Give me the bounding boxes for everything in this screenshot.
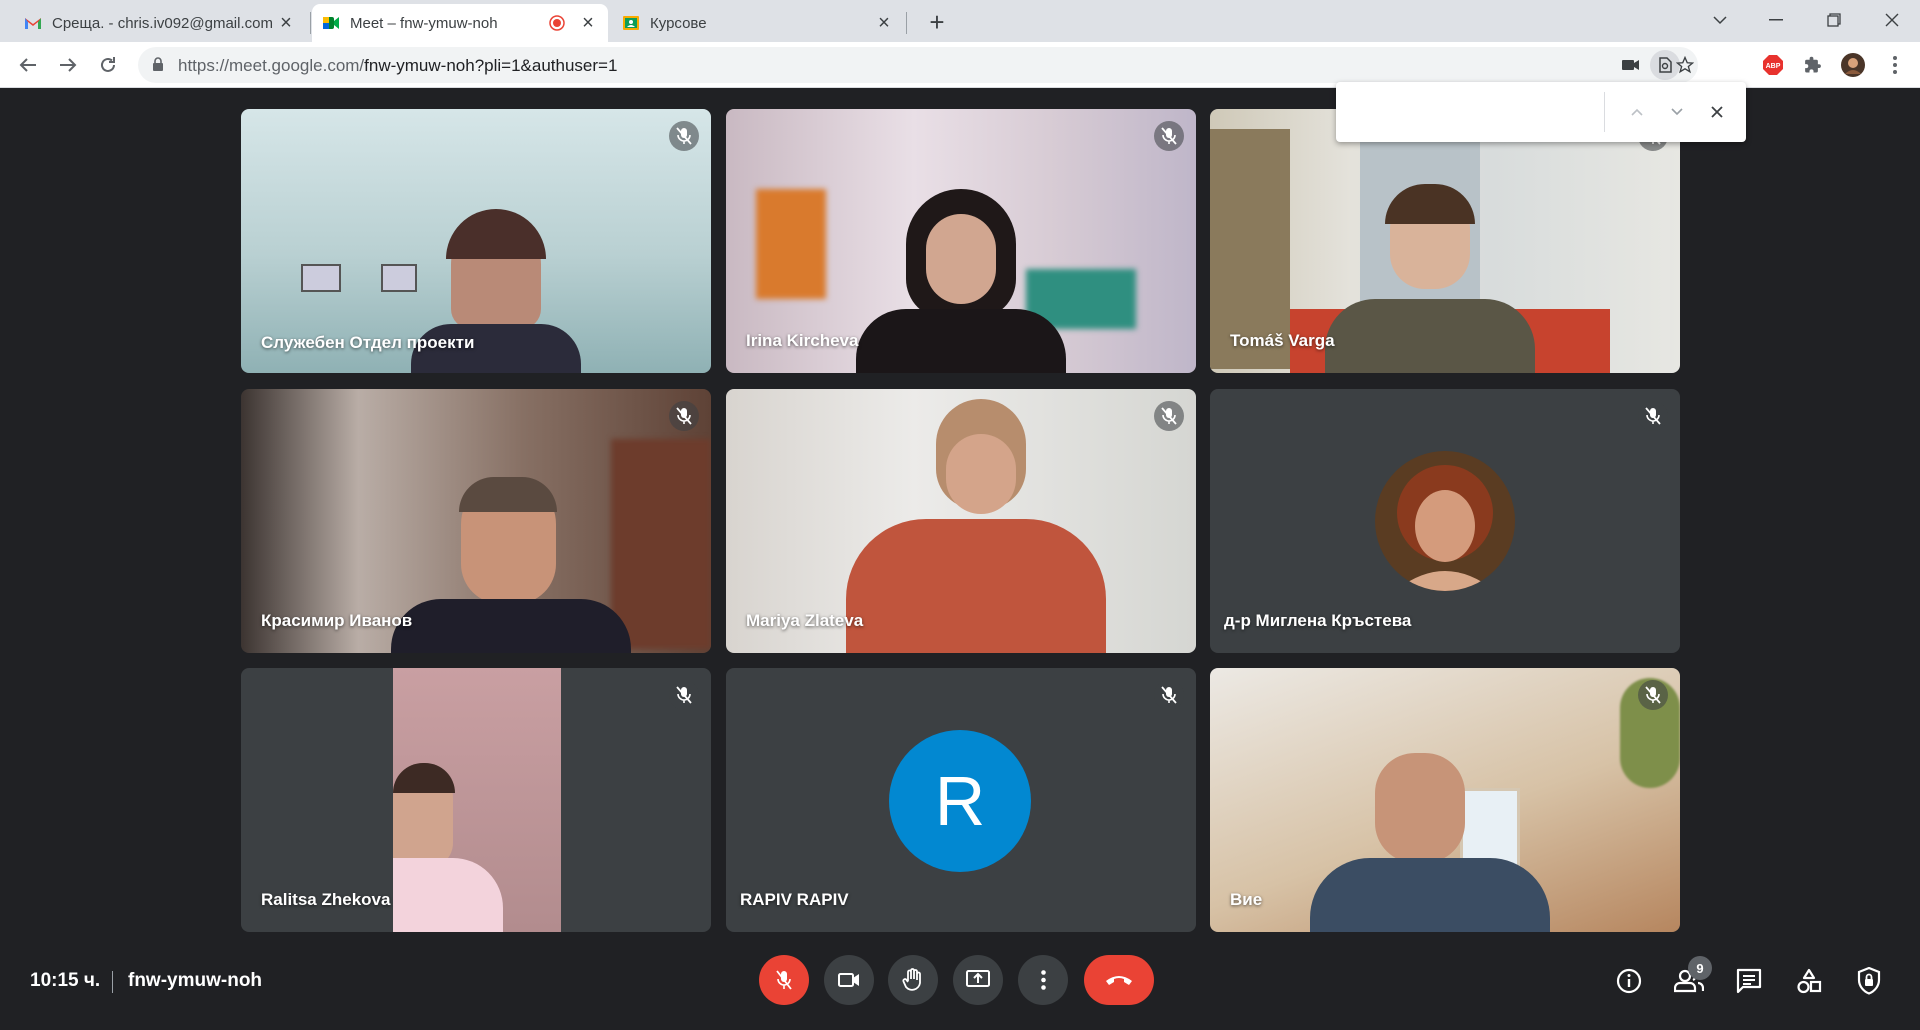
participant-video [946, 434, 1016, 514]
participant-name: Служебен Отдел проекти [261, 333, 475, 352]
activities-icon[interactable] [1792, 964, 1826, 998]
present-screen-button[interactable] [953, 955, 1003, 1005]
mic-off-icon [669, 680, 699, 710]
close-tab-icon[interactable]: × [276, 13, 296, 33]
participant-body [1325, 299, 1535, 373]
participant-tile[interactable]: Tomáš Varga [1210, 109, 1680, 373]
participant-tile[interactable]: Служебен Отдел проекти [241, 109, 711, 373]
meeting-controls-bar: 10:15 ч. fnw-ymuw-noh 9 [0, 940, 1920, 1030]
tab-divider [310, 12, 311, 34]
mic-off-icon [1154, 401, 1184, 431]
adblock-plus-icon[interactable]: ABP [1758, 50, 1788, 80]
participant-name: RAPIV RAPIV [740, 890, 849, 909]
participant-hair [446, 209, 546, 259]
participant-tile[interactable]: Красимир Иванов [241, 389, 711, 653]
url-text: https://meet.google.com/fnw-ymuw-noh?pli… [178, 56, 618, 75]
participant-body [846, 519, 1106, 653]
wall-picture [1460, 788, 1520, 868]
chrome-menu-icon[interactable] [1880, 50, 1910, 80]
participant-name: Tomáš Varga [1230, 331, 1335, 350]
new-tab-button[interactable]: + [922, 8, 952, 38]
wall-picture [301, 264, 341, 292]
find-input[interactable] [1348, 92, 1598, 132]
close-tab-icon[interactable]: × [874, 13, 894, 33]
camera-in-use-icon[interactable] [1616, 50, 1646, 80]
mic-off-icon [1154, 680, 1184, 710]
mic-off-icon [1638, 401, 1668, 431]
participant-name: Irina Kircheva [746, 331, 859, 350]
divider [112, 971, 113, 993]
reload-button[interactable] [92, 49, 124, 81]
extensions-puzzle-icon[interactable] [1798, 50, 1828, 80]
tab-gmail[interactable]: Среща. - chris.iv092@gmail.com × [14, 4, 306, 42]
raise-hand-button[interactable] [888, 955, 938, 1005]
adblock-label: ABP [1766, 63, 1781, 70]
leave-call-button[interactable] [1084, 955, 1154, 1005]
mic-off-icon [1638, 680, 1668, 710]
mic-off-icon [669, 401, 699, 431]
gmail-icon [24, 14, 42, 32]
participant-avatar [1375, 451, 1515, 591]
meet-icon [322, 14, 340, 32]
participant-name: д-р Миглена Кръстева [1224, 611, 1412, 630]
lock-icon[interactable] [152, 57, 164, 77]
tab-divider [906, 12, 907, 34]
find-bar [1336, 82, 1746, 142]
profile-avatar[interactable] [1838, 50, 1868, 80]
mic-off-icon [1154, 121, 1184, 151]
host-controls-icon[interactable] [1852, 964, 1886, 998]
find-previous-button[interactable] [1622, 97, 1652, 127]
participant-video [926, 214, 996, 304]
classroom-icon [622, 14, 640, 32]
participant-name: Mariya Zlateva [746, 611, 864, 630]
tab-search-button[interactable] [1700, 4, 1740, 36]
chat-icon[interactable] [1732, 964, 1766, 998]
minimize-button[interactable] [1756, 4, 1796, 36]
forward-button[interactable] [52, 49, 84, 81]
participant-face [1375, 753, 1465, 863]
find-divider [1604, 92, 1605, 132]
participant-name: Красимир Иванов [261, 611, 413, 630]
tab-courses[interactable]: Курсове × [612, 4, 904, 42]
participant-tile[interactable]: Irina Kircheva [726, 109, 1196, 373]
participant-tile[interactable]: Ralitsa Zhekova [241, 668, 711, 932]
participant-hair [459, 477, 557, 512]
participant-count-badge: 9 [1688, 956, 1712, 980]
bookmark-star-icon[interactable] [1670, 50, 1700, 80]
mic-toggle-button[interactable] [759, 955, 809, 1005]
background-shelf [611, 439, 711, 649]
meeting-details-icon[interactable] [1612, 964, 1646, 998]
participant-body [1310, 858, 1550, 932]
tab-title: Meet – fnw-ymuw-noh [350, 14, 498, 32]
participant-tile[interactable]: R RAPIV RAPIV [726, 668, 1196, 932]
participant-body [391, 599, 631, 653]
participant-tile[interactable]: Mariya Zlateva [726, 389, 1196, 653]
mic-off-icon [669, 121, 699, 151]
participant-body [856, 309, 1066, 373]
tab-title: Курсове [650, 14, 707, 32]
more-options-button[interactable] [1018, 955, 1068, 1005]
background-shelf [756, 189, 826, 299]
participant-tile[interactable]: д-р Миглена Кръстева [1210, 389, 1680, 653]
close-tab-icon[interactable]: × [578, 13, 598, 33]
tab-meet[interactable]: Meet – fnw-ymuw-noh × [312, 4, 608, 42]
find-close-button[interactable] [1702, 97, 1732, 127]
restore-button[interactable] [1814, 4, 1854, 36]
meeting-code: fnw-ymuw-noh [128, 970, 263, 991]
recording-icon [548, 14, 566, 32]
tab-strip: Среща. - chris.iv092@gmail.com × Meet – … [0, 0, 1920, 42]
wall-picture [381, 264, 417, 292]
back-button[interactable] [12, 49, 44, 81]
participant-name: Ralitsa Zhekova [261, 890, 391, 909]
participant-tile[interactable]: Вие [1210, 668, 1680, 932]
camera-toggle-button[interactable] [824, 955, 874, 1005]
participant-avatar: R [889, 730, 1031, 872]
close-window-button[interactable] [1872, 4, 1912, 36]
participant-name: Вие [1230, 890, 1263, 909]
tab-title: Среща. - chris.iv092@gmail.com [52, 14, 273, 32]
address-bar[interactable]: https://meet.google.com/fnw-ymuw-noh?pli… [138, 47, 1698, 83]
meeting-time: 10:15 ч. [30, 970, 101, 991]
find-next-button[interactable] [1662, 97, 1692, 127]
